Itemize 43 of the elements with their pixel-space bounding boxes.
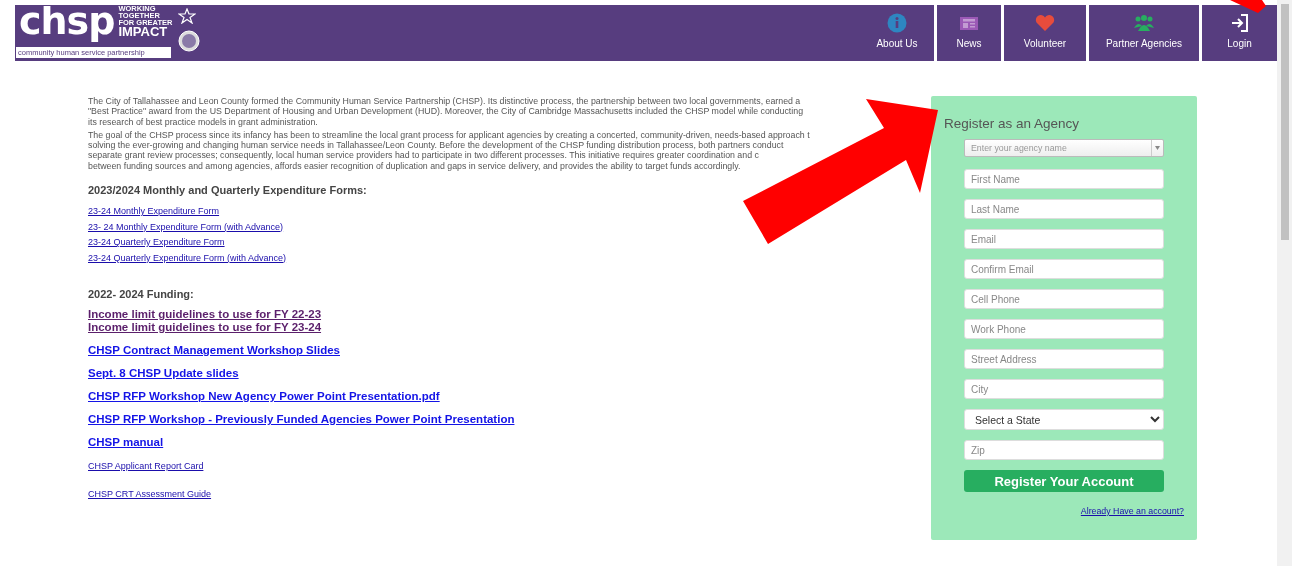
section-heading: 2023/2024 Monthly and Quarterly Expenditure Forms:: [88, 184, 368, 197]
users-icon: [1133, 13, 1155, 33]
text-field[interactable]: Confirm Email: [964, 259, 1164, 279]
document-link[interactable]: CHSP Contract Management Workshop Slides: [88, 344, 340, 358]
document-link[interactable]: CHSP RFP Workshop - Previously Funded Agencies Power Point Presentation: [88, 413, 515, 427]
nav-link[interactable]: Volunteer: [1001, 5, 1086, 61]
document-link[interactable]: CHSP CRT Assessment Guide: [88, 486, 212, 503]
document-link[interactable]: 23-24 Quarterly Expenditure Form (with Advance): [88, 250, 287, 267]
annotation-arrow: [1230, 0, 1266, 13]
text-field[interactable]: City: [964, 379, 1164, 399]
nav-link[interactable]: News: [934, 5, 1001, 61]
intro-paragraph: The goal of the CHSP process since its infancy has been to streamline the local grant process for applicant agencies by creating a concerted, community-driven, needs-based approach t solving the ever-growing and changing human service needs in Tallahassee/Leon County. Before the development of the CHSP funding distribution process, both partners conduct separate grant review processes; consequently, local human service providers had to participate in two different processes. This initiative requires greater coordination and c between funding sources and among agencies, affords easier recognition of duplication and gaps in service delivery, and provides the ability to target funds accordingly.: [88, 129, 811, 172]
nav-link[interactable]: Partner Agencies: [1086, 5, 1199, 61]
text-field[interactable]: Email: [964, 229, 1164, 249]
text-field[interactable]: Work Phone: [964, 319, 1164, 339]
document-link[interactable]: Income limit guidelines to use for FY 23-24: [88, 321, 322, 335]
document-link[interactable]: 23-24 Quarterly Expenditure Form: [88, 235, 225, 251]
register-title: Register as an Agency: [944, 116, 1080, 131]
text-field[interactable]: Cell Phone: [964, 289, 1164, 309]
scrollbar[interactable]: [1277, 0, 1292, 566]
intro-paragraph: The City of Tallahassee and Leon County formed the Community Human Service Partnership (CHSP). Its distinctive process, the partnership between two local governments, earned a "Best Practice" award from the US Department of Housing and Urban Development (HUD). Moreover, the City of Cambridge Massachusetts included the CHSP model while conducting its research of best practice models in grant administration.: [88, 96, 805, 127]
heart-icon: [1034, 13, 1056, 33]
star-icon: [178, 8, 197, 24]
text-field[interactable]: Last Name: [964, 199, 1164, 219]
caret-icon: [1155, 146, 1160, 150]
state-select[interactable]: Select a State: [964, 409, 1164, 430]
section-heading: 2022- 2024 Funding:: [88, 288, 195, 301]
document-link[interactable]: CHSP RFP Workshop New Agency Power Point Presentation.pdf: [88, 390, 440, 404]
document-link[interactable]: CHSP Applicant Report Card: [88, 459, 204, 475]
account-link[interactable]: Already Have an account?: [1080, 506, 1184, 516]
seal-icon: [178, 30, 201, 52]
logo-wordmark: chsp: [19, 0, 115, 43]
text-field[interactable]: Street Address: [964, 349, 1164, 369]
document-link[interactable]: 23-24 Monthly Expenditure Form: [88, 204, 220, 220]
document-link[interactable]: Sept. 8 CHSP Update slides: [88, 367, 239, 381]
document-link[interactable]: 23- 24 Monthly Expenditure Form (with Advance): [88, 219, 284, 236]
info-icon: [886, 13, 908, 33]
text-field[interactable]: First Name: [964, 169, 1164, 189]
document-link[interactable]: CHSP manual: [88, 436, 164, 450]
text-field[interactable]: Zip: [964, 440, 1164, 460]
nav-link[interactable]: About Us: [860, 5, 934, 61]
document-link[interactable]: Income limit guidelines to use for FY 22-23: [88, 308, 322, 322]
logo-tagline: IMPACT: [118, 26, 168, 38]
